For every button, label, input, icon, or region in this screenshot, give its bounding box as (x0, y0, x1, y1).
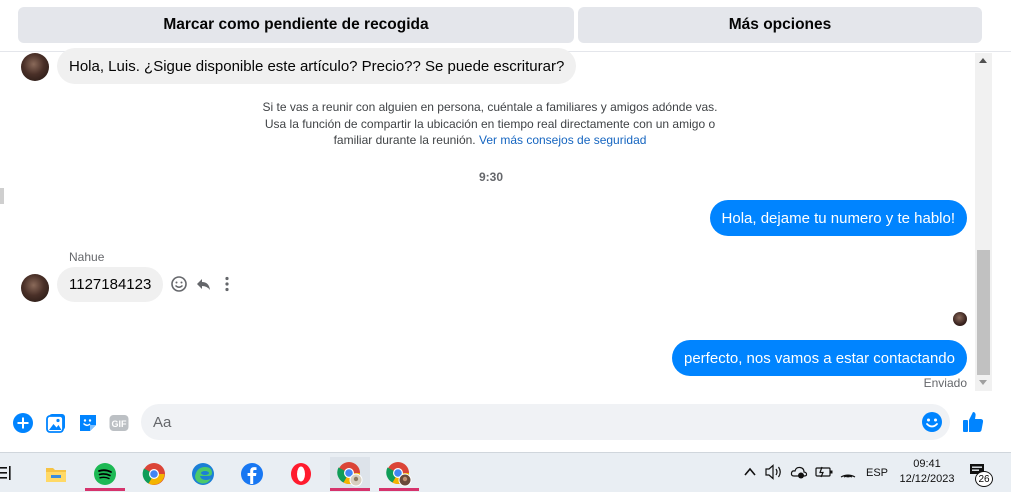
battery-icon[interactable] (815, 465, 833, 479)
scroll-thumb[interactable] (977, 250, 990, 375)
more-vertical-icon[interactable] (218, 275, 236, 293)
opera-icon (291, 463, 311, 485)
scroll-up-arrow[interactable] (979, 58, 987, 63)
taskbar-app-chrome[interactable] (134, 457, 174, 491)
reply-icon[interactable] (194, 275, 212, 293)
chevron-up-icon[interactable] (744, 466, 756, 478)
like-icon[interactable] (961, 410, 985, 434)
wifi-icon[interactable] (840, 464, 856, 480)
message-input-container (141, 404, 950, 440)
taskbar-clock[interactable]: 09:41 12/12/2023 (889, 457, 965, 487)
spotify-icon (94, 463, 116, 485)
emoji-icon[interactable] (921, 411, 943, 433)
contact-avatar[interactable] (21, 53, 49, 81)
message-actions (170, 275, 240, 295)
time-separator: 9:30 (478, 170, 504, 184)
safety-notice-line3: familiar durante la reunión. (333, 133, 476, 147)
safety-notice-line1: Si te vas a reunir con alguien en person… (262, 100, 718, 114)
facebook-icon (241, 463, 263, 485)
taskbar-app-chrome-profile-2[interactable] (379, 457, 419, 491)
mark-pending-pickup-button[interactable]: Marcar como pendiente de recogida (18, 7, 574, 43)
react-emoji-icon[interactable] (170, 275, 188, 293)
chrome-icon (142, 463, 165, 485)
outgoing-message[interactable]: Hola, dejame tu numero y te hablo! (709, 200, 967, 236)
notification-count-badge[interactable]: 26 (975, 471, 993, 487)
edge-icon (192, 463, 214, 485)
taskbar-app-edge[interactable] (183, 457, 223, 491)
taskbar-app-facebook[interactable] (232, 457, 272, 491)
message-composer: GIF (0, 397, 1011, 449)
chrome-profile-2-icon (386, 462, 412, 487)
safety-notice: Si te vas a reunir con alguien en person… (240, 99, 740, 149)
scroll-down-arrow[interactable] (979, 380, 987, 385)
network-cloud-icon[interactable] (790, 464, 808, 480)
safety-notice-line2: Usa la función de compartir la ubicación… (264, 116, 716, 131)
language-indicator[interactable]: ESP (866, 461, 888, 485)
message-input[interactable] (153, 404, 913, 440)
chat-scrollbar[interactable] (975, 53, 992, 391)
chrome-profile-icon (337, 462, 363, 487)
left-edge-handle (0, 188, 4, 204)
file-explorer-icon (46, 468, 66, 482)
safety-tips-link[interactable]: Ver más consejos de seguridad (479, 133, 646, 147)
taskbar-app-opera[interactable] (281, 457, 321, 491)
sticker-icon[interactable] (77, 412, 99, 434)
gif-label: GIF (112, 419, 128, 429)
clock-time: 09:41 (913, 458, 941, 470)
seen-avatar (953, 312, 967, 326)
task-view-icon[interactable] (0, 465, 12, 481)
plus-icon[interactable] (12, 412, 34, 434)
speaker-icon[interactable] (765, 464, 783, 480)
photo-icon[interactable] (45, 412, 67, 434)
taskbar-app-file-explorer[interactable] (36, 457, 76, 491)
clock-date: 12/12/2023 (899, 473, 955, 485)
contact-avatar[interactable] (21, 274, 49, 302)
taskbar-app-spotify[interactable] (85, 457, 125, 491)
windows-taskbar: ESP 09:41 12/12/2023 26 (0, 452, 1011, 492)
more-options-button[interactable]: Más opciones (578, 7, 982, 43)
message-status: Enviado (923, 376, 967, 390)
listing-action-bar: Marcar como pendiente de recogida Más op… (0, 0, 1011, 52)
incoming-message[interactable]: Hola, Luis. ¿Sigue disponible este artíc… (57, 48, 577, 84)
sender-name: Nahue (69, 250, 105, 264)
outgoing-message[interactable]: perfecto, nos vamos a estar contactando (672, 340, 967, 376)
incoming-message[interactable]: 1127184123 (57, 267, 164, 302)
taskbar-app-chrome-profile[interactable] (330, 457, 370, 491)
gif-icon[interactable]: GIF (108, 412, 130, 434)
conversation-thread: Hola, Luis. ¿Sigue disponible este artíc… (0, 48, 975, 393)
